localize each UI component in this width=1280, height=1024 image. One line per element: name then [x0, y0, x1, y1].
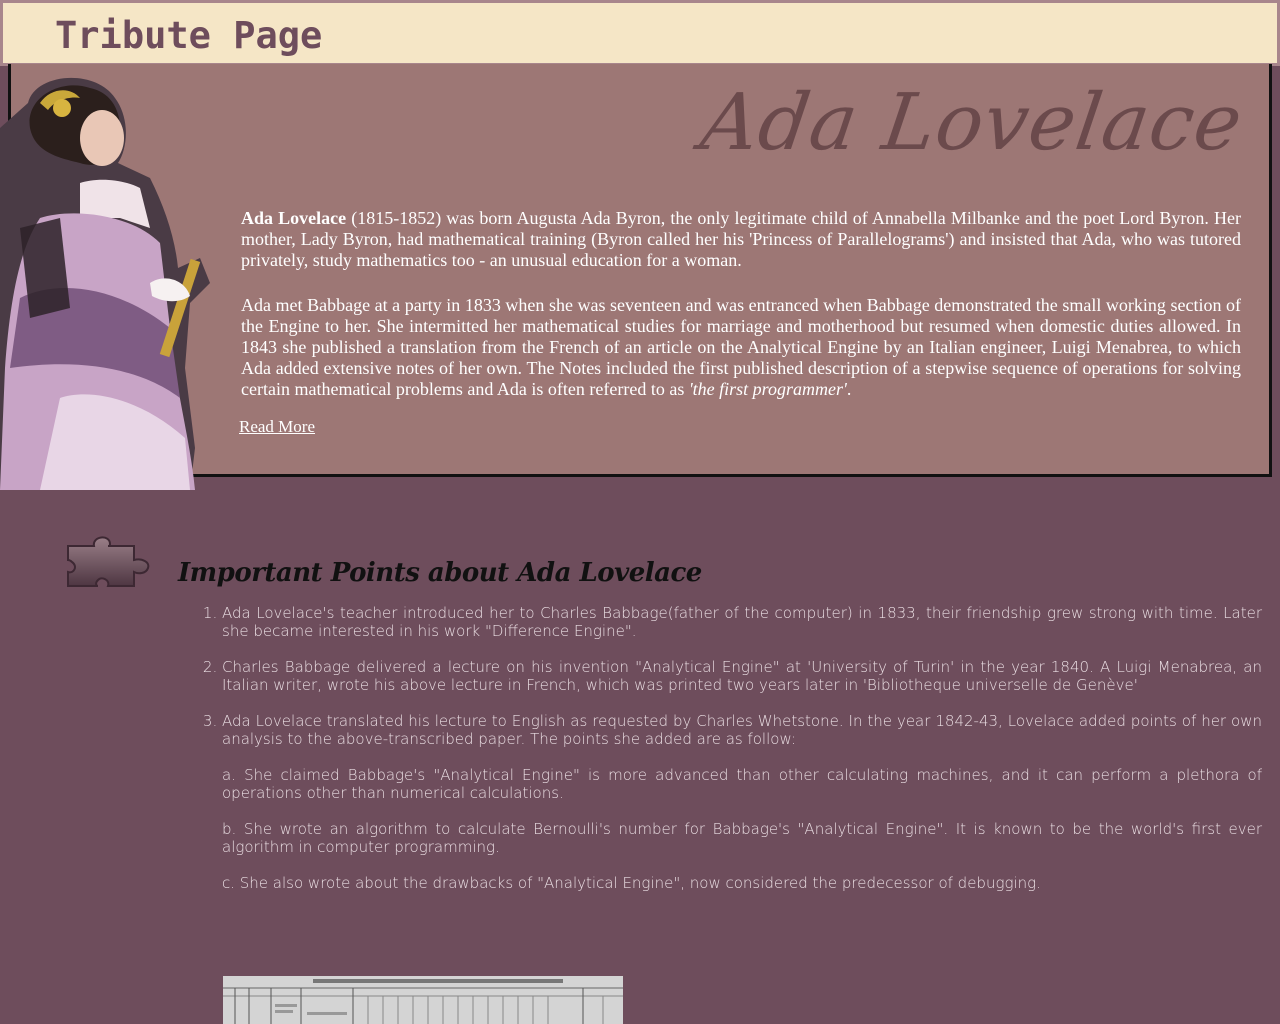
bio-paragraph-1-text: (1815-1852) was born Augusta Ada Byron, …	[241, 208, 1241, 270]
bio-paragraph-1: Ada Lovelace (1815-1852) was born August…	[241, 208, 1241, 271]
puzzle-piece-icon	[67, 536, 150, 587]
portrait-image	[0, 77, 210, 490]
sub-point-a: a. She claimed Babbage's "Analytical Eng…	[222, 766, 1262, 802]
read-more-link[interactable]: Read More	[239, 417, 315, 437]
page-title: Tribute Page	[55, 14, 323, 57]
hero-name-heading: Ada Lovelace	[695, 78, 1249, 168]
list-item: Ada Lovelace translated his lecture to E…	[222, 712, 1262, 892]
list-item: Charles Babbage delivered a lecture on h…	[222, 658, 1262, 694]
analytical-engine-diagram	[223, 976, 623, 1024]
sub-point-b: b. She wrote an algorithm to calculate B…	[222, 820, 1262, 856]
hero-bio: Ada Lovelace (1815-1852) was born August…	[241, 208, 1241, 424]
sub-point-c: c. She also wrote about the drawbacks of…	[222, 874, 1041, 892]
list-item: Ada Lovelace's teacher introduced her to…	[222, 604, 1262, 640]
important-points-heading: Important Points about Ada Lovelace	[178, 558, 702, 588]
first-programmer-quote: 'the first programmer'	[688, 379, 847, 399]
bio-paragraph-2: Ada met Babbage at a party in 1833 when …	[241, 295, 1241, 400]
bio-name-bold: Ada Lovelace	[241, 208, 347, 228]
page-header: Tribute Page	[0, 0, 1280, 66]
bio-paragraph-2-end: .	[846, 379, 852, 399]
list-item-text: Ada Lovelace translated his lecture to E…	[222, 712, 1262, 748]
important-points-list: Ada Lovelace's teacher introduced her to…	[222, 604, 1262, 910]
